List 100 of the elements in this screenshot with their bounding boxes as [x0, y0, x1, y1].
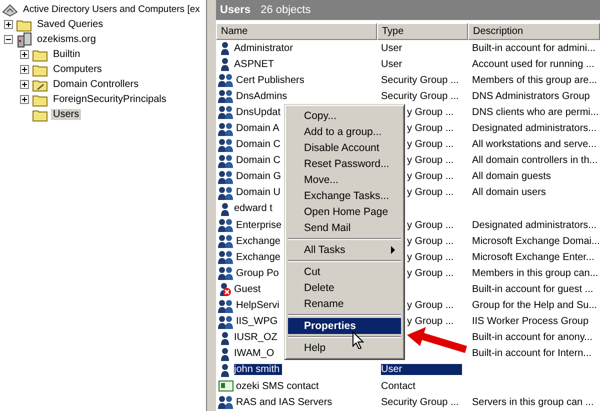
description-cell: Designated administrators... [472, 123, 597, 134]
object-count: 26 objects [260, 4, 311, 16]
description-cell: Microsoft Exchange Enter... [472, 252, 594, 263]
type-cell: y Group ... [407, 316, 454, 328]
type-cell: y Group ... [407, 300, 454, 312]
column-header[interactable]: Type [377, 23, 468, 40]
description-cell: Group for the Help and Su... [472, 300, 598, 312]
expand-button[interactable] [20, 80, 29, 89]
name-cell[interactable]: Enterprise [236, 220, 284, 231]
type-cell: y Group ... [407, 236, 454, 247]
server-icon [16, 32, 32, 48]
type-cell: y Group ... [407, 123, 454, 134]
user-icon [218, 202, 232, 216]
menu-item[interactable]: Properties [288, 318, 401, 334]
users-icon [218, 266, 234, 280]
name-cell[interactable]: edward t [234, 203, 274, 214]
menu-item[interactable]: Copy... [288, 108, 401, 124]
tree-item[interactable]: Domain Controllers [51, 79, 141, 90]
description-cell: Account used for running ... [472, 58, 594, 70]
menu-item[interactable]: Reset Password... [288, 156, 401, 172]
users-icon [218, 250, 234, 264]
type-cell: User [381, 58, 402, 70]
menu-item[interactable]: Cut [288, 264, 401, 280]
name-cell[interactable]: Exchange [236, 236, 282, 247]
menu-item[interactable]: Exchange Tasks... [288, 188, 401, 204]
type-cell: Security Group ... [381, 396, 459, 408]
expand-button[interactable] [4, 20, 13, 29]
arrow [406, 326, 468, 356]
column-header[interactable]: Description [468, 23, 600, 40]
collapse-button[interactable] [4, 35, 13, 44]
menu-item[interactable]: Add to a group... [288, 124, 401, 140]
menu-item[interactable]: Disable Account [288, 140, 401, 156]
type-cell: Contact [381, 380, 416, 392]
menu-item[interactable]: Help [288, 340, 401, 356]
tree-item[interactable]: ozekisms.org [35, 34, 98, 45]
name-cell[interactable]: ASPNET [234, 58, 276, 70]
users-icon [218, 73, 234, 88]
description-cell: Built-in account for guest ... [472, 284, 594, 295]
tree-item[interactable]: Computers [51, 64, 104, 75]
description-cell: All domain controllers in th... [472, 155, 598, 166]
name-cell[interactable]: john smith [234, 364, 282, 376]
tree-item[interactable]: Users [51, 109, 82, 120]
folder-icon [32, 78, 48, 92]
tree-item[interactable]: Builtin [51, 49, 82, 60]
name-cell[interactable]: HelpServi [236, 300, 282, 312]
name-cell[interactable]: RAS and IAS Servers [236, 396, 334, 408]
name-cell[interactable]: Domain C [236, 139, 282, 150]
name-cell[interactable]: Domain A [236, 123, 282, 134]
name-cell[interactable]: Group Po [236, 268, 281, 279]
folder-icon [32, 48, 48, 62]
users-icon [218, 218, 234, 232]
folder-icon [32, 62, 48, 76]
users-icon [218, 170, 234, 184]
name-cell[interactable]: Guest [234, 284, 263, 295]
name-cell[interactable]: Domain C [236, 155, 282, 166]
tree-root[interactable]: Active Directory Users and Computers [ex [21, 4, 202, 15]
description-cell: Servers in this group can ... [472, 396, 594, 408]
user-icon [218, 346, 232, 361]
menu-item[interactable]: Move... [288, 172, 401, 188]
menu-item[interactable]: Rename [288, 296, 401, 312]
expand-button[interactable] [20, 95, 29, 104]
name-cell[interactable]: IIS_WPG [236, 316, 280, 328]
users-icon [218, 314, 234, 329]
expand-button[interactable] [20, 50, 29, 59]
expand-button[interactable] [20, 65, 29, 74]
description-cell: DNS Administrators Group [472, 90, 590, 102]
users-icon [218, 138, 234, 152]
tree-item[interactable]: ForeignSecurityPrincipals [51, 94, 168, 105]
description-cell: Members of this group are... [472, 74, 598, 86]
type-cell: y Group ... [407, 252, 454, 263]
name-cell[interactable]: IUSR_OZ [234, 332, 280, 344]
name-cell[interactable]: DnsUpdat [236, 106, 282, 118]
users-icon [218, 234, 234, 248]
name-cell[interactable]: Cert Publishers [236, 74, 306, 86]
menu-item[interactable]: All Tasks [288, 242, 401, 258]
name-cell[interactable]: Domain U [236, 187, 282, 198]
folder-icon [16, 18, 32, 32]
tree-item[interactable]: Saved Queries [35, 19, 106, 30]
name-cell[interactable]: Administrator [234, 42, 295, 54]
description-cell: Members in this group can... [472, 268, 598, 279]
name-cell[interactable]: Exchange [236, 252, 282, 263]
name-cell[interactable]: DnsAdmins [236, 90, 290, 102]
name-cell[interactable]: Domain G [236, 171, 284, 182]
users-icon [218, 89, 234, 104]
menu-item[interactable]: Send Mail [288, 220, 401, 236]
user-icon [218, 41, 232, 56]
menu-item[interactable]: Open Home Page [288, 204, 401, 220]
name-cell[interactable]: IWAM_O [234, 348, 276, 360]
type-cell: y Group ... [407, 139, 454, 150]
description-cell: DNS clients who are permi... [472, 106, 599, 118]
users-icon [218, 105, 234, 120]
submenu-arrow-icon [391, 246, 395, 254]
name-cell[interactable]: ozeki SMS contact [236, 380, 321, 392]
description-cell: Built-in account for anony... [472, 332, 592, 344]
column-header[interactable]: Name [216, 23, 377, 40]
folder-icon [32, 108, 48, 122]
description-cell: All domain users [472, 187, 546, 198]
pane-title: Users [220, 4, 251, 16]
description-cell: Designated administrators... [472, 220, 597, 231]
menu-item[interactable]: Delete [288, 280, 401, 296]
